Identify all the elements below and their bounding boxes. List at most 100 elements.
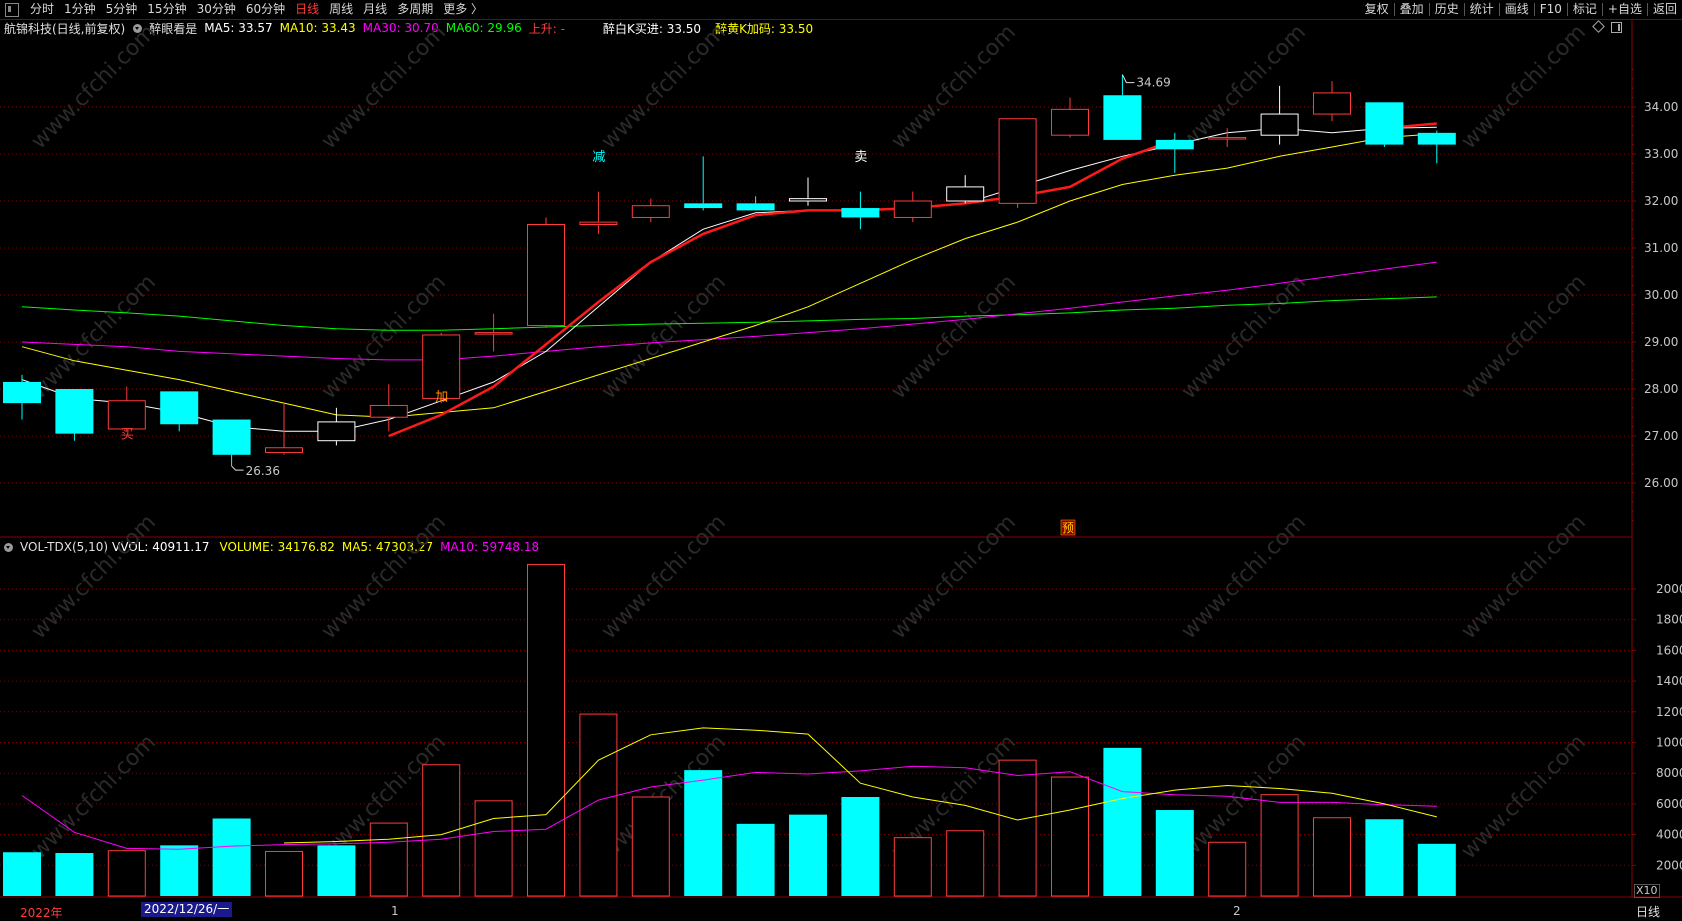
volume-bar — [998, 759, 1037, 897]
watermark-text: www.cfchi.com — [1457, 270, 1591, 404]
date-cursor: 2022/12/26/一 — [141, 902, 233, 917]
low-pointer — [231, 465, 244, 471]
watermark-text: www.cfchi.com — [597, 20, 731, 154]
candle-body — [893, 200, 932, 218]
price-tick-label: 31.00 — [1644, 241, 1678, 255]
watermark-text: www.cfchi.com — [887, 510, 1021, 644]
candle-body — [736, 203, 775, 211]
watermark-text: www.cfchi.com — [27, 730, 161, 864]
candle-body — [1260, 113, 1299, 136]
volume-tick-label: 16000 — [1656, 643, 1682, 657]
volume-bar — [107, 850, 146, 897]
candle-body — [55, 389, 94, 434]
high-label: 34.69 — [1136, 76, 1170, 90]
candle-body — [1313, 92, 1351, 115]
date-label-feb: 2 — [1233, 904, 1241, 918]
volume-bar — [1051, 776, 1089, 897]
volume-bar — [1365, 819, 1404, 896]
volume-bar — [579, 713, 618, 897]
ma60-line — [21, 296, 1437, 331]
candle-body — [841, 208, 880, 218]
watermark-text: www.cfchi.com — [1457, 20, 1591, 154]
signal-line — [388, 138, 1176, 438]
volume-bar — [631, 796, 670, 897]
watermark-text: www.cfchi.com — [1177, 270, 1311, 404]
volume-bar — [893, 837, 932, 897]
volume-bar — [317, 845, 356, 896]
price-tick-label: 29.00 — [1644, 335, 1678, 349]
candle-body — [1051, 108, 1089, 136]
watermark-text: www.cfchi.com — [597, 270, 731, 404]
stock-chart[interactable]: 34.00 33.00 32.00 31.00 30.00 29.00 28.00 27.00… — [0, 0, 1682, 920]
forecast-tag: 预 — [1062, 521, 1074, 535]
candle-body — [1103, 95, 1142, 140]
signal-annotation: 卖 — [854, 150, 867, 165]
volume-bar — [369, 822, 408, 897]
volume-bar — [1313, 817, 1351, 897]
volume-bar — [212, 818, 251, 896]
volume-bar — [527, 563, 565, 897]
candle-body — [1208, 137, 1247, 140]
candle-body — [946, 186, 985, 202]
price-tick-label: 28.00 — [1644, 382, 1678, 396]
volume-bar — [55, 853, 94, 896]
candle-body — [265, 447, 303, 453]
watermark-text: www.cfchi.com — [1457, 730, 1591, 864]
volume-bar — [841, 796, 880, 896]
candle-body — [1417, 132, 1456, 145]
date-label-year: 2022年 — [20, 906, 63, 920]
date-label-jan: 1 — [391, 904, 399, 918]
signal-annotation: 买 — [121, 427, 134, 442]
volume-bar — [1155, 810, 1194, 896]
high-pointer — [1121, 74, 1135, 84]
volume-tick-label: 18000 — [1656, 613, 1682, 627]
volume-bar — [1103, 747, 1142, 896]
watermark-text: www.cfchi.com — [887, 270, 1021, 404]
watermark-text: www.cfchi.com — [597, 510, 731, 644]
volume-unit: X10 — [1634, 884, 1660, 898]
candle-body — [631, 205, 670, 218]
volume-bar — [946, 830, 985, 897]
volume-bar — [684, 770, 723, 896]
candle-body — [789, 198, 827, 202]
watermark-text: www.cfchi.com — [317, 20, 451, 154]
volume-tick-label: 4000 — [1656, 828, 1682, 842]
candle-body — [527, 224, 565, 327]
signal-annotation: 减 — [592, 150, 605, 165]
candle-body — [3, 381, 41, 404]
price-tick-label: 27.00 — [1644, 429, 1678, 443]
candle-body — [1155, 139, 1194, 150]
date-axis-bar — [0, 899, 1682, 920]
candle-body — [212, 419, 251, 455]
candle-body — [160, 391, 199, 425]
ma10-line — [21, 133, 1437, 418]
low-label: 26.36 — [246, 464, 280, 478]
ma5-line — [21, 126, 1437, 432]
watermark-text: www.cfchi.com — [317, 510, 451, 644]
price-tick-label: 26.00 — [1644, 476, 1678, 490]
volume-bar — [474, 800, 513, 897]
watermark-text: www.cfchi.com — [1177, 510, 1311, 644]
volume-bar — [1260, 794, 1299, 897]
price-tick-label: 33.00 — [1644, 147, 1678, 161]
price-tick-label: 30.00 — [1644, 288, 1678, 302]
volume-bar — [1208, 841, 1247, 897]
candle-body — [1365, 102, 1404, 145]
volume-bar — [160, 845, 199, 896]
volume-bar — [1417, 843, 1456, 896]
price-tick-label: 32.00 — [1644, 194, 1678, 208]
candle-body — [317, 421, 356, 442]
price-tick-label: 34.00 — [1644, 100, 1678, 114]
candle-body — [474, 332, 513, 335]
period-indicator[interactable]: 日线 — [1636, 903, 1660, 920]
signal-annotation: 加 — [435, 390, 448, 405]
volume-tick-label: 14000 — [1656, 674, 1682, 688]
candle-body — [998, 118, 1037, 204]
volume-tick-label: 6000 — [1656, 797, 1682, 811]
watermark-text: www.cfchi.com — [1457, 510, 1591, 644]
candle-body — [684, 203, 723, 209]
candle-body — [369, 404, 408, 418]
watermark-text: www.cfchi.com — [27, 20, 161, 154]
volume-tick-label: 2000 — [1656, 858, 1682, 872]
volume-tick-label: 8000 — [1656, 766, 1682, 780]
